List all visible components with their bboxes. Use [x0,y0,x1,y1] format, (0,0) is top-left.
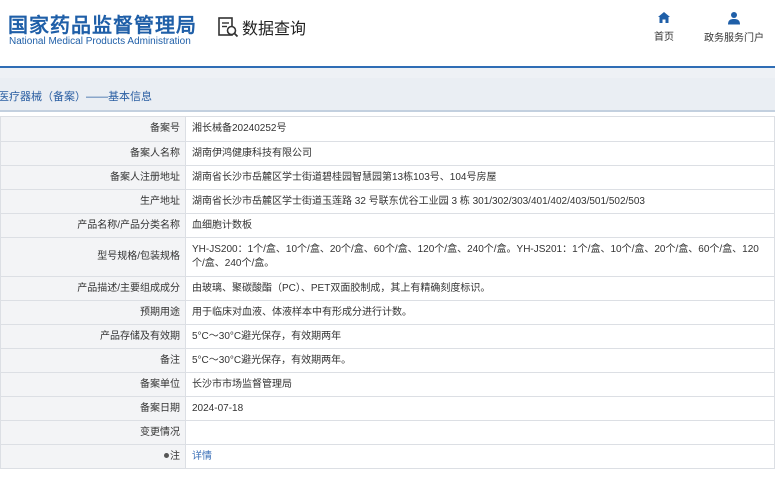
field-label-remarks: 备注 [0,348,186,373]
breadcrumb-bar: 医疗器械（备案）——基本信息 [0,78,775,110]
field-value-model-spec: YH-JS200：1个/盒、10个/盒、20个/盒、60个/盒、120个/盒、2… [185,237,775,277]
field-value-remarks: 5°C～30°C避光保存，有效期两年。 [185,348,775,373]
field-value-change-status [185,420,775,445]
table-row: 变更情况 [0,420,775,445]
home-icon [658,12,670,23]
table-row: 备案人注册地址 湖南省长沙市岳麓区学士街道碧桂园智慧园第13栋103号、104号… [0,165,775,190]
field-label-note: 注 [0,444,186,469]
table-row: 备案号 湘长械备20240252号 [0,116,775,142]
table-row: 备案日期 2024-07-18 [0,396,775,421]
field-value-registrant-name: 湖南伊鸿健康科技有限公司 [185,141,775,166]
table-row: 备案单位 长沙市市场监督管理局 [0,372,775,397]
nav-service-portal[interactable]: 政务服务门户 [698,11,770,44]
field-value-product-name: 血细胞计数板 [185,213,775,238]
field-value-record-date: 2024-07-18 [185,396,775,421]
field-label-note-text: 注 [170,450,180,462]
field-label-production-address: 生产地址 [0,189,186,214]
details-link[interactable]: 详情 [192,451,212,462]
logo-title-en[interactable]: National Medical Products Administration [9,36,191,47]
field-label-model-spec: 型号规格/包装规格 [0,237,186,277]
user-icon [728,12,740,25]
field-label-intended-use: 预期用途 [0,300,186,325]
table-row: 预期用途 用于临床对血液、体液样本中有形成分进行计数。 [0,300,775,325]
field-label-storage-validity: 产品存储及有效期 [0,324,186,349]
field-label-product-description: 产品描述/主要组成成分 [0,276,186,301]
table-row: 型号规格/包装规格 YH-JS200：1个/盒、10个/盒、20个/盒、60个/… [0,237,775,277]
nav-home-label: 首页 [654,32,674,43]
site-header: 国家药品监督管理局 National Medical Products Admi… [0,0,775,64]
header-band [0,68,775,78]
field-label-registrant-name: 备案人名称 [0,141,186,166]
field-value-product-description: 由玻璃、聚碳酸酯（PC）、PET双面胶制成，其上有精确刻度标识。 [185,276,775,301]
table-row: 注 详情 [0,444,775,469]
field-value-record-unit: 长沙市市场监督管理局 [185,372,775,397]
table-row: 产品名称/产品分类名称 血细胞计数板 [0,213,775,238]
table-row: 产品描述/主要组成成分 由玻璃、聚碳酸酯（PC）、PET双面胶制成，其上有精确刻… [0,276,775,301]
field-value-production-address: 湖南省长沙市岳麓区学士街道玉莲路 32 号联东优谷工业园 3 栋 301/302… [185,189,775,214]
document-search-icon [218,17,239,38]
nav-home[interactable]: 首页 [648,11,680,43]
field-label-product-name: 产品名称/产品分类名称 [0,213,186,238]
table-row: 产品存储及有效期 5°C～30°C避光保存，有效期两年 [0,324,775,349]
field-value-intended-use: 用于临床对血液、体液样本中有形成分进行计数。 [185,300,775,325]
record-detail-table: 备案号 湘长械备20240252号 备案人名称 湖南伊鸿健康科技有限公司 备案人… [0,116,775,469]
data-query-title: 数据查询 [217,15,306,39]
field-value-record-number: 湘长械备20240252号 [185,116,775,142]
field-value-registrant-address: 湖南省长沙市岳麓区学士街道碧桂园智慧园第13栋103号、104号房屋 [185,165,775,190]
field-value-storage-validity: 5°C～30°C避光保存，有效期两年 [185,324,775,349]
breadcrumb-divider [0,110,775,112]
table-row: 备案人名称 湖南伊鸿健康科技有限公司 [0,141,775,166]
logo-title-cn[interactable]: 国家药品监督管理局 [8,9,197,38]
data-query-label: 数据查询 [242,21,307,38]
field-label-record-number: 备案号 [0,116,186,142]
table-row: 备注 5°C～30°C避光保存，有效期两年。 [0,348,775,373]
nav-service-portal-label: 政务服务门户 [704,33,764,44]
field-value-note: 详情 [185,444,775,469]
pin-icon [164,453,169,459]
field-label-registrant-address: 备案人注册地址 [0,165,186,190]
breadcrumb: 医疗器械（备案）——基本信息 [0,91,152,103]
field-label-record-date: 备案日期 [0,396,186,421]
field-label-record-unit: 备案单位 [0,372,186,397]
field-label-change-status: 变更情况 [0,420,186,445]
table-row: 生产地址 湖南省长沙市岳麓区学士街道玉莲路 32 号联东优谷工业园 3 栋 30… [0,189,775,214]
